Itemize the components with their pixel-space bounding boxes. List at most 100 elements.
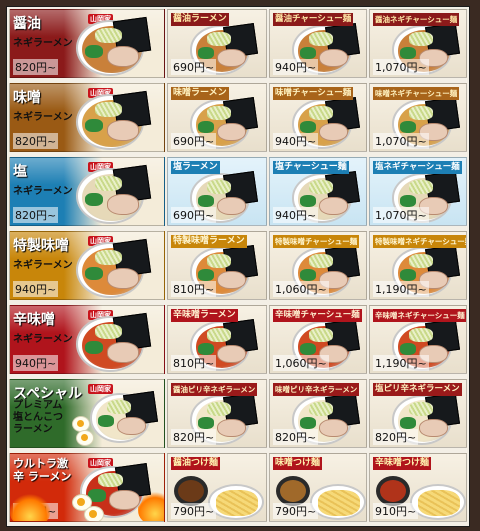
scallion <box>84 118 104 133</box>
chashu-slice <box>419 418 448 437</box>
menu-item-title: 醤油チャーシュー麺 <box>273 13 354 26</box>
menu-item-card[interactable]: 味噌チャーシュー麺 940円~ <box>269 83 367 152</box>
noodles <box>216 490 258 516</box>
egg-icon <box>84 506 104 521</box>
price-label: 940円~ <box>13 355 59 371</box>
egg-yolk <box>89 510 97 518</box>
menu-item-title: 辛味噌ラーメン <box>171 309 238 322</box>
menu-item-card[interactable]: 醤油チャーシュー麺 940円~ <box>269 9 367 78</box>
menu-item-title: 辛味噌つけ麺 <box>373 457 432 470</box>
price-label: 690円~ <box>171 59 217 75</box>
price-label: 940円~ <box>273 59 319 75</box>
green-onion-topping <box>206 180 231 194</box>
category-subtitle: ネギラーメン <box>13 334 73 345</box>
scallion <box>399 269 416 281</box>
category-subtitle: ネギラーメン <box>13 260 73 271</box>
scallion <box>299 121 316 133</box>
menu-row-2: 味噌 ネギラーメン 820円~ 山岡家 味噌ラーメン 690円~ 味噌チャーシュー麺 940円… <box>7 83 469 152</box>
noodle-plate <box>208 484 264 520</box>
green-onion-topping <box>308 402 333 416</box>
menu-item-card[interactable]: 辛味噌ラーメン 810円~ <box>167 305 267 374</box>
egg-yolk <box>81 434 88 441</box>
price-label: 820円~ <box>13 133 59 149</box>
menu-item-title: 特製味噌ネギチャーシュー麺 <box>373 235 466 248</box>
price-label: 1,060円~ <box>273 355 329 371</box>
menu-item-card[interactable]: 醤油ネギチャーシュー麺 1,070円~ <box>369 9 467 78</box>
scallion <box>197 269 214 281</box>
menu-item-card[interactable]: 醤油ラーメン 690円~ <box>167 9 267 78</box>
category-card[interactable]: 辛味噌 ネギラーメン 940円~ 山岡家 <box>9 305 165 374</box>
chashu-slice <box>106 46 140 67</box>
menu-item-title: 特製味噌チャーシュー麺 <box>273 235 360 248</box>
category-subtitle: プレミアム 塩とんこつ ラーメン <box>13 400 63 435</box>
category-subtitle: ネギラーメン <box>13 38 73 49</box>
price-label: 820円~ <box>171 429 217 445</box>
scallion <box>197 195 214 207</box>
menu-item-card[interactable]: 塩ピリ辛ネギラーメン 820円~ <box>369 379 467 448</box>
menu-item-card[interactable]: 辛味噌ネギチャーシュー麺 1,190円~ <box>369 305 467 374</box>
menu-item-card[interactable]: 醤油ピリ辛ネギラーメン 820円~ <box>167 379 267 448</box>
green-onion-topping <box>106 400 131 414</box>
menu-item-card[interactable]: 辛味噌つけ麺 910円~ <box>369 453 467 522</box>
menu-item-title: 味噌チャーシュー麺 <box>273 87 354 100</box>
menu-item-card[interactable]: 塩ネギチャーシュー麺 1,070円~ <box>369 157 467 226</box>
scallion <box>399 343 416 355</box>
price-label: 940円~ <box>273 207 319 223</box>
menu-item-card[interactable]: 辛味噌チャーシュー麺 1,060円~ <box>269 305 367 374</box>
category-card[interactable]: 醤油 ネギラーメン 820円~ 山岡家 <box>9 9 165 78</box>
menu-row-3: 塩ネギラーメン 820円~ 山岡家 塩ラーメン 690円~ 塩チャーシュー麺 940円~ 塩ネ… <box>7 157 469 226</box>
menu-row-6: スペシャル プレミアム 塩とんこつ ラーメン 山岡家 醤油ピリ辛ネギラーメン 820円~… <box>7 379 469 448</box>
scallion <box>84 192 104 207</box>
category-subtitle: ネギラーメン <box>13 112 73 123</box>
menu-item-title: 味噌つけ麺 <box>273 457 323 470</box>
green-onion-topping <box>206 254 231 268</box>
green-onion-topping <box>408 254 433 268</box>
chashu-slice <box>217 270 246 289</box>
menu-item-card[interactable]: 味噌ピリ辛ネギラーメン 820円~ <box>269 379 367 448</box>
chashu-slice <box>319 196 348 215</box>
menu-item-title: 塩ピリ辛ネギラーメン <box>373 383 462 396</box>
category-card[interactable]: 味噌 ネギラーメン 820円~ 山岡家 <box>9 83 165 152</box>
menu-item-card[interactable]: 味噌ネギチャーシュー麺 1,070円~ <box>369 83 467 152</box>
category-card[interactable]: 塩ネギラーメン 820円~ 山岡家 <box>9 157 165 226</box>
category-card[interactable]: スペシャル プレミアム 塩とんこつ ラーメン 山岡家 <box>9 379 165 448</box>
menu-item-title: 塩チャーシュー麺 <box>273 161 349 174</box>
scallion <box>299 269 316 281</box>
green-onion-topping <box>308 328 333 342</box>
menu-item-title: 味噌ラーメン <box>171 87 229 100</box>
price-label: 1,070円~ <box>373 133 429 149</box>
menu-item-card[interactable]: 味噌つけ麺 790円~ <box>269 453 367 522</box>
menu-item-title: 辛味噌チャーシュー麺 <box>273 309 362 322</box>
green-onion-topping <box>408 180 433 194</box>
menu-item-title: 醤油ピリ辛ネギラーメン <box>171 383 258 396</box>
dipping-soup <box>380 480 406 502</box>
category-card[interactable]: ウルトラ激辛 ラーメン940円~山岡家 <box>9 453 165 522</box>
menu-item-card[interactable]: 醤油つけ麺 790円~ <box>167 453 267 522</box>
menu-item-card[interactable]: 特製味噌チャーシュー麺 1,060円~ <box>269 231 367 300</box>
menu-item-title: 醤油ネギチャーシュー麺 <box>373 13 460 26</box>
price-label: 910円~ <box>373 503 419 519</box>
menu-item-title: 醤油つけ麺 <box>171 457 221 470</box>
price-label: 820円~ <box>273 429 319 445</box>
menu-item-card[interactable]: 特製味噌ラーメン 810円~ <box>167 231 267 300</box>
dipping-soup-bowl <box>174 476 208 506</box>
price-label: 940円~ <box>13 281 59 297</box>
noodle-plate <box>410 484 466 520</box>
scallion <box>197 47 214 59</box>
green-onion-topping <box>308 254 333 268</box>
scallion <box>299 195 316 207</box>
chashu-slice <box>217 196 246 215</box>
scallion <box>299 417 316 429</box>
menu-item-title: 辛味噌ネギチャーシュー麺 <box>373 309 466 322</box>
category-subtitle: ネギラーメン <box>13 186 73 197</box>
menu-item-card[interactable]: 塩ラーメン 690円~ <box>167 157 267 226</box>
green-onion-topping <box>408 32 433 46</box>
chashu-slice <box>117 416 146 435</box>
menu-item-card[interactable]: 味噌ラーメン 690円~ <box>167 83 267 152</box>
menu-row-1: 醤油 ネギラーメン 820円~ 山岡家 醤油ラーメン 690円~ 醤油チャーシュー麺 940円… <box>7 9 469 78</box>
category-label: 塩 <box>13 164 27 180</box>
menu-item-card[interactable]: 特製味噌ネギチャーシュー麺 1,190円~ <box>369 231 467 300</box>
menu-item-card[interactable]: 塩チャーシュー麺 940円~ <box>269 157 367 226</box>
price-label: 940円~ <box>273 133 319 149</box>
category-card[interactable]: 特製味噌 ネギラーメン 940円~ 山岡家 <box>9 231 165 300</box>
